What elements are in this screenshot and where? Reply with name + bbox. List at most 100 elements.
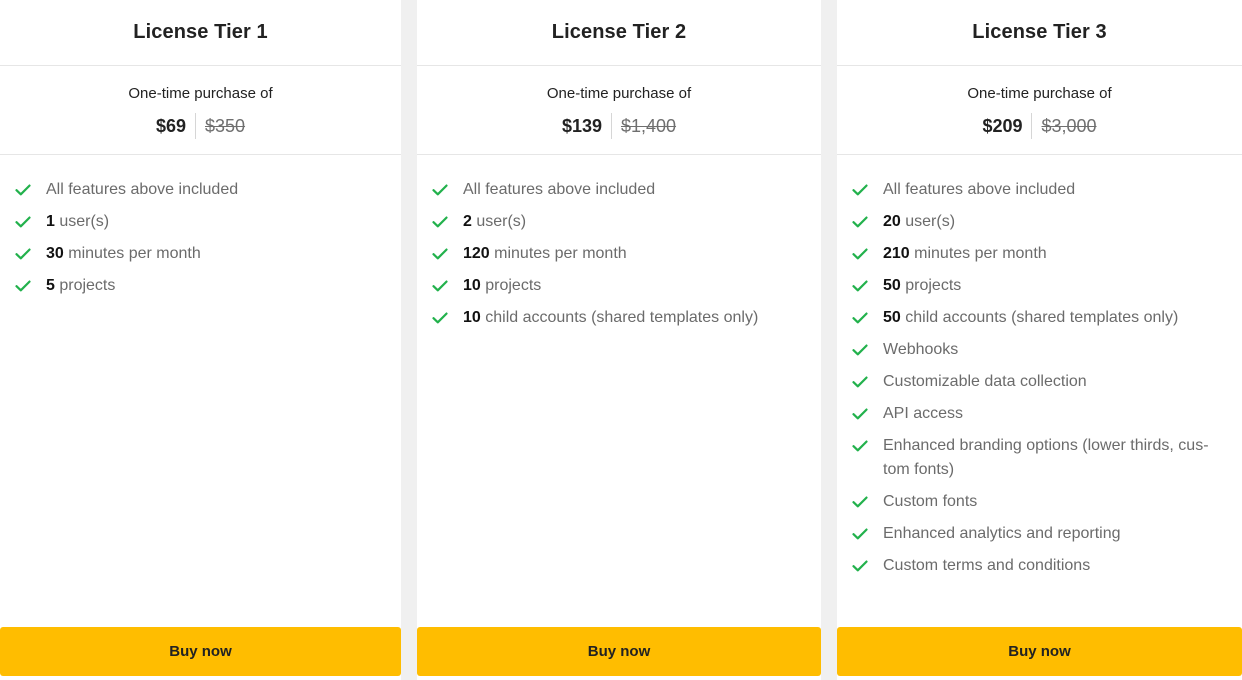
price-block: One-time purchase of $209 $3,000 [837,66,1242,155]
feature-item: 30 minutes per month [13,242,377,266]
feature-quantity: 50 [883,309,901,326]
current-price: $139 [561,116,602,136]
feature-label: projects [900,277,962,294]
price-caption: One-time purchase of [546,85,692,102]
current-price: $69 [155,116,186,136]
checkmark-icon [850,274,870,298]
feature-quantity: 1 [46,213,55,230]
feature-text: 50 child accounts (shared templates only… [883,306,1178,330]
feature-list: All features above included 20 user(s) 210… [837,155,1242,578]
feature-text: Custom terms and conditions [883,554,1090,578]
checkmark-icon [13,210,33,234]
feature-item: 210 minutes per month [850,242,1218,266]
checkmark-icon [850,338,870,362]
feature-text: 30 minutes per month [46,242,201,266]
feature-item: API access [850,402,1218,426]
feature-text: Enhanced branding options (lower thirds,… [883,434,1218,482]
feature-label: Enhanced analytics and reporting [883,525,1121,542]
feature-item: 20 user(s) [850,210,1218,234]
checkmark-icon [13,242,33,266]
feature-quantity: 20 [883,213,901,230]
feature-text: 10 projects [463,274,541,298]
feature-item: 120 minutes per month [430,242,797,266]
feature-text: Custom fonts [883,490,977,514]
checkmark-icon [850,402,870,426]
feature-quantity: 210 [883,245,910,262]
feature-text: 10 child accounts (shared templates only… [463,306,758,330]
feature-text: All features above included [463,178,655,202]
feature-label: All features above included [463,181,656,198]
feature-label: user(s) [471,213,527,230]
card-title: License Tier 2 [417,0,821,66]
checkmark-icon [430,178,450,202]
feature-text: 5 projects [46,274,115,298]
original-price: $3,000 [1041,116,1097,136]
card-title: License Tier 1 [0,0,401,66]
feature-label: Customizable data collection [883,373,1087,390]
feature-label: minutes per month [489,245,627,262]
feature-text: All features above included [883,178,1075,202]
feature-quantity: 10 [463,309,481,326]
checkmark-icon [13,274,33,298]
feature-item: 10 projects [430,274,797,298]
price-caption: One-time purchase of [967,85,1112,102]
pricing-table: License Tier 1 One-time purchase of $69 … [0,0,1242,680]
feature-text: Enhanced analytics and reporting [883,522,1121,546]
feature-item: 5 projects [13,274,377,298]
feature-text: 50 projects [883,274,961,298]
feature-text: 120 minutes per month [463,242,627,266]
feature-text: Webhooks [883,338,958,362]
checkmark-icon [430,306,450,330]
feature-item: Customizable data collection [850,370,1218,394]
feature-text: 20 user(s) [883,210,955,234]
feature-item: Webhooks [850,338,1218,362]
buy-now-button[interactable]: Buy now [837,627,1242,676]
feature-quantity: 50 [883,277,901,294]
feature-label: Enhanced branding options (lower thirds,… [883,437,1209,478]
feature-label: user(s) [54,213,110,230]
feature-item: 10 child accounts (shared templates only… [430,306,797,330]
pricing-card-tier-1: License Tier 1 One-time purchase of $69 … [0,0,401,680]
feature-item: 50 child accounts (shared templates only… [850,306,1218,330]
checkmark-icon [850,522,870,546]
feature-quantity: 30 [46,245,64,262]
feature-label: user(s) [900,213,956,230]
price-caption: One-time purchase of [128,85,273,102]
checkmark-icon [850,554,870,578]
feature-label: Custom terms and conditions [883,557,1091,574]
checkmark-icon [13,178,33,202]
feature-label: projects [54,277,116,294]
checkmark-icon [430,274,450,298]
pricing-card-tier-3: License Tier 3 One-time purchase of $209… [837,0,1242,680]
feature-label: projects [480,277,542,294]
feature-label: Custom fonts [883,493,978,510]
feature-label: All features above included [883,181,1076,198]
feature-quantity: 10 [463,277,481,294]
feature-text: All features above included [46,178,238,202]
feature-quantity: 2 [463,213,472,230]
price-row: $209 $3,000 [837,113,1242,139]
feature-label: minutes per month [909,245,1047,262]
feature-item: 1 user(s) [13,210,377,234]
buy-now-button[interactable]: Buy now [417,627,821,676]
feature-item: Enhanced analytics and reporting [850,522,1218,546]
original-price: $1,400 [620,116,677,136]
price-block: One-time purchase of $69 $350 [0,66,401,155]
original-price: $350 [205,116,246,136]
feature-text: 1 user(s) [46,210,109,234]
feature-item: Enhanced branding options (lower thirds,… [850,434,1218,482]
pricing-card-tier-2: License Tier 2 One-time purchase of $139… [417,0,821,680]
feature-item: 50 projects [850,274,1218,298]
checkmark-icon [850,370,870,394]
feature-quantity: 5 [46,277,55,294]
checkmark-icon [850,306,870,330]
price-row: $69 $350 [0,113,401,139]
feature-label: All features above included [46,181,239,198]
feature-label: minutes per month [63,245,201,262]
price-row: $139 $1,400 [417,113,821,139]
checkmark-icon [850,434,870,458]
buy-now-button[interactable]: Buy now [0,627,401,676]
checkmark-icon [430,242,450,266]
price-block: One-time purchase of $139 $1,400 [417,66,821,155]
checkmark-icon [850,242,870,266]
